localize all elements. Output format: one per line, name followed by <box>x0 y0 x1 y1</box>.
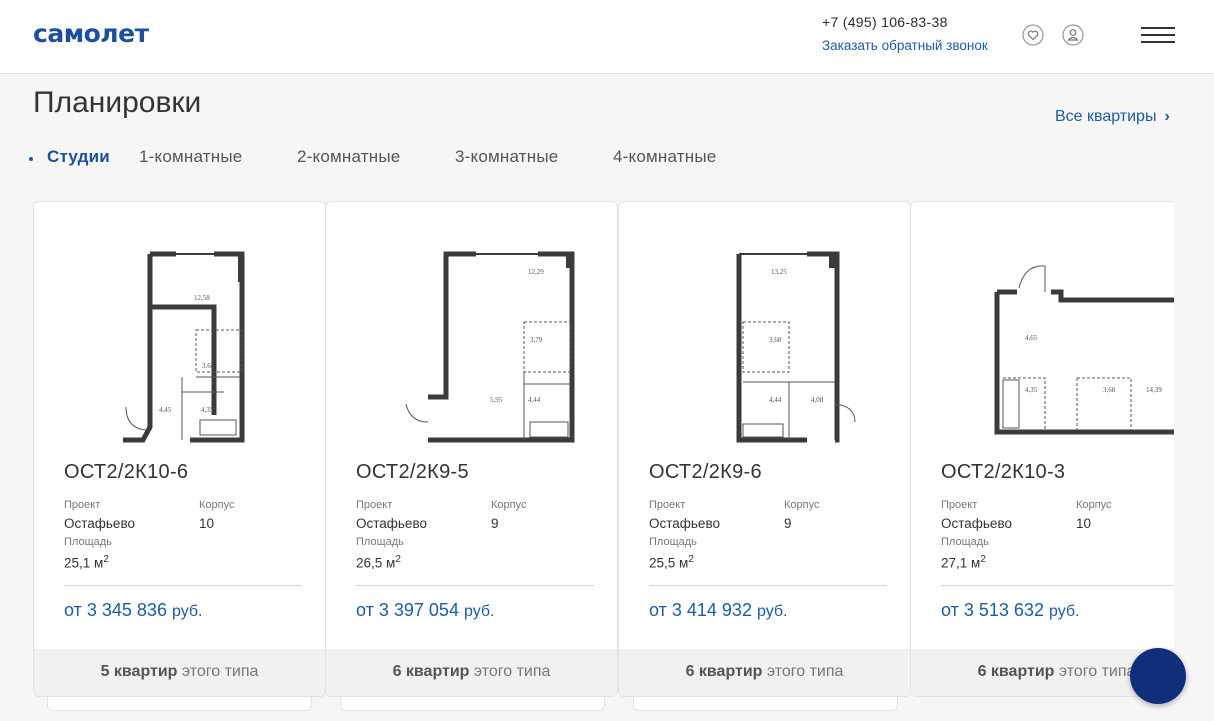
plan-label: 4,44 <box>528 396 541 404</box>
building-value: 9 <box>491 516 499 531</box>
all-apartments-link[interactable]: Все квартиры › <box>1055 108 1170 126</box>
project-label: Проект <box>356 499 393 511</box>
heart-icon[interactable] <box>1022 24 1044 46</box>
project-label: Проект <box>941 499 978 511</box>
apartments-count[interactable]: 6 квартир этого типа <box>326 649 617 696</box>
building-value: 9 <box>784 516 792 531</box>
plan-label: 13,25 <box>771 268 787 276</box>
tab-3-room[interactable]: 3-комнатные <box>455 147 558 167</box>
plan-label: 3,68 <box>769 336 782 344</box>
floor-plan-image[interactable]: 13,25 3,68 4,44 4,08 <box>649 232 883 447</box>
callback-link[interactable]: Заказать обратный звонок <box>822 38 988 53</box>
project-value: Остафьево <box>356 516 427 531</box>
apartment-code[interactable]: ОСТ2/2К9-5 <box>356 461 469 484</box>
area-label: Площадь <box>64 536 112 548</box>
apartment-card[interactable]: 12,58 3,68 4,45 4,35 ОСТ2/2К10-6 Проект … <box>33 201 326 697</box>
apartment-card[interactable]: 12,29 3,79 5,95 4,44 ОСТ2/2К9-5 Проект К… <box>325 201 618 697</box>
card-stack-edge <box>340 697 605 711</box>
chat-button[interactable] <box>1130 648 1186 704</box>
area-label: Площадь <box>649 536 697 548</box>
apartment-code[interactable]: ОСТ2/2К10-3 <box>941 461 1065 484</box>
divider <box>356 585 594 586</box>
divider <box>941 585 1174 586</box>
building-label: Корпус <box>1076 499 1112 511</box>
logo[interactable]: самолет <box>33 19 149 48</box>
card-stack-edge <box>633 697 898 711</box>
phone-number[interactable]: +7 (495) 106-83-38 <box>822 14 948 30</box>
active-tab-dot <box>29 157 33 161</box>
tab-2-room[interactable]: 2-комнатные <box>297 147 400 167</box>
project-value: Остафьево <box>649 516 720 531</box>
tab-studios[interactable]: Студии <box>47 147 110 167</box>
building-value: 10 <box>199 516 215 531</box>
project-value: Остафьево <box>64 516 135 531</box>
area-value: 25,1 м2 <box>64 554 109 571</box>
floor-plan-image[interactable]: 12,29 3,79 5,95 4,44 <box>356 232 590 447</box>
tab-1-room[interactable]: 1-комнатные <box>139 147 242 167</box>
project-label: Проект <box>649 499 686 511</box>
area-value: 25,5 м2 <box>649 554 694 571</box>
building-value: 10 <box>1076 516 1092 531</box>
price: от 3 513 632 руб. <box>941 600 1080 620</box>
apartments-count[interactable]: 5 квартир этого типа <box>34 649 325 696</box>
project-label: Проект <box>64 499 101 511</box>
plan-label: 4,44 <box>769 396 782 404</box>
plan-label: 14,39 <box>1146 386 1162 394</box>
plan-label: 5,95 <box>490 396 503 404</box>
apartment-card[interactable]: 13,25 3,68 4,44 4,08 ОСТ2/2К9-6 Проект К… <box>618 201 911 697</box>
apartment-code[interactable]: ОСТ2/2К9-6 <box>649 461 762 484</box>
project-value: Остафьево <box>941 516 1012 531</box>
building-label: Корпус <box>199 499 235 511</box>
plan-label: 4,35 <box>201 406 214 414</box>
building-label: Корпус <box>491 499 527 511</box>
plan-label: 4,08 <box>811 396 824 404</box>
floor-plan-image[interactable]: 12,58 3,68 4,45 4,35 <box>64 232 298 447</box>
user-icon[interactable] <box>1062 24 1084 46</box>
apartment-code[interactable]: ОСТ2/2К10-6 <box>64 461 188 484</box>
apartments-count[interactable]: 6 квартир этого типа <box>619 649 910 696</box>
card-stack-edge <box>47 697 312 711</box>
site-header: самолет +7 (495) 106-83-38 Заказать обра… <box>0 0 1214 74</box>
plan-label: 4,35 <box>1025 386 1038 394</box>
area-label: Площадь <box>941 536 989 548</box>
price: от 3 345 836 руб. <box>64 600 203 620</box>
apartment-card[interactable]: 4,65 4,35 3,68 14,39 ОСТ2/2К10-3 Проект … <box>910 201 1174 697</box>
price: от 3 397 054 руб. <box>356 600 495 620</box>
plan-label: 3,68 <box>1103 386 1116 394</box>
menu-icon[interactable] <box>1141 27 1175 43</box>
page-title: Планировки <box>33 86 202 119</box>
area-label: Площадь <box>356 536 404 548</box>
area-value: 26,5 м2 <box>356 554 401 571</box>
building-label: Корпус <box>784 499 820 511</box>
divider <box>649 585 887 586</box>
plan-label: 12,58 <box>194 294 210 302</box>
plan-label: 3,79 <box>530 336 543 344</box>
price: от 3 414 932 руб. <box>649 600 788 620</box>
chevron-right-icon: › <box>1164 108 1170 125</box>
plan-label: 12,29 <box>528 268 544 276</box>
plan-label: 3,68 <box>202 362 215 370</box>
floor-plan-image[interactable]: 4,65 4,35 3,68 14,39 <box>941 232 1174 447</box>
divider <box>64 585 302 586</box>
tab-4-room[interactable]: 4-комнатные <box>613 147 716 167</box>
area-value: 27,1 м2 <box>941 554 986 571</box>
plan-label: 4,45 <box>159 406 172 414</box>
plan-label: 4,65 <box>1025 334 1038 342</box>
apartment-cards: 12,58 3,68 4,45 4,35 ОСТ2/2К10-6 Проект … <box>33 201 1174 721</box>
